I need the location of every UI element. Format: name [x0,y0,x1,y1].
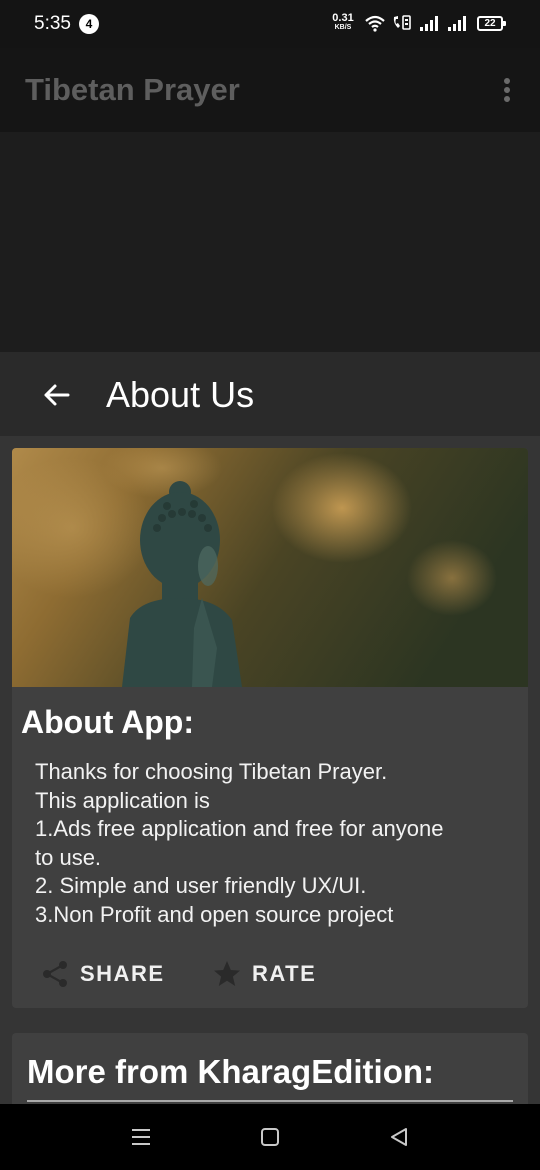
body-line: This application is [35,787,210,813]
star-icon [214,961,240,986]
status-bar: 5:35 4 0.31 KB/S 22 [0,0,540,48]
about-sheet: About Us About App: Thanks for choosing … [0,352,540,1123]
about-card: About App: Thanks for choosing Tibetan P… [12,448,528,1008]
net-speed: 0.31 KB/S [329,12,357,32]
buddha-statue-photo [12,448,528,687]
battery-icon: 22 [477,16,506,31]
sheet-title: About Us [106,374,255,415]
wifi-icon [365,15,385,32]
body-line: 2. Simple and user friendly UX/UI. [35,873,367,898]
share-label: SHARE [80,961,165,986]
more-from-heading: More from KharagEdition: [27,1053,435,1090]
volte-icon [393,15,411,30]
back-icon[interactable] [386,1124,412,1150]
more-vert-icon[interactable] [498,78,516,106]
share-button[interactable]: SHARE [40,960,165,988]
body-line: 1.Ads free application and free for anyo… [35,816,444,841]
net-speed-unit: KB/S [334,24,352,31]
status-time: 5:35 [34,13,71,34]
signal-icon-2 [448,16,466,31]
arrow-back-icon[interactable] [38,378,76,412]
menu-icon[interactable] [128,1124,154,1150]
app-title: Tibetan Prayer [25,72,240,107]
share-icon [43,961,67,987]
notification-badge: 4 [79,14,99,34]
about-app-body: Thanks for choosing Tibetan Prayer. This… [35,758,515,929]
scrim[interactable] [0,132,540,352]
body-line: to use. [35,844,102,870]
screen: 5:35 4 0.31 KB/S 22 Tibetan Prayer About… [0,0,540,1170]
divider [27,1100,513,1102]
sheet-header: About Us [0,352,540,436]
home-icon[interactable] [257,1124,283,1150]
body-line: 3.Non Profit and open source project [35,901,394,927]
rate-label: RATE [252,961,317,986]
about-app-heading: About App: [21,704,194,740]
rate-button[interactable]: RATE [212,960,316,988]
net-speed-value: 0.31 [332,12,354,24]
system-nav-bar [0,1104,540,1170]
app-bar: Tibetan Prayer [0,48,540,132]
signal-icon [420,16,438,31]
body-line: Thanks for choosing Tibetan Prayer. [35,759,388,784]
